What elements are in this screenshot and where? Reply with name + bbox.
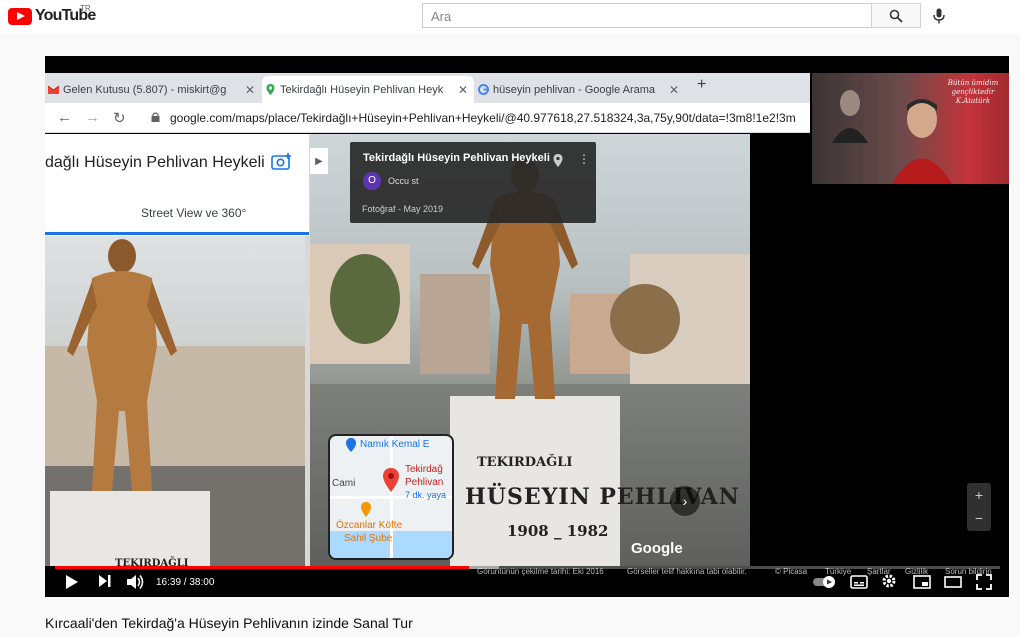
new-tab-button[interactable]: + <box>697 76 706 94</box>
map-label: Özcanlar Köfte <box>336 520 403 531</box>
next-photo-button[interactable]: › <box>670 486 700 516</box>
settings-gear-icon[interactable] <box>881 573 897 589</box>
tab-maps[interactable]: Tekirdağlı Hüseyin Pehlivan Heyk ✕ <box>262 76 474 103</box>
tab-label: hüseyin pehlivan - Google Arama <box>493 83 656 96</box>
map-label: Sahil Şube <box>344 533 393 544</box>
gmail-icon <box>48 85 59 94</box>
browser-address-bar: ← → ↻ google.com/maps/place/Tekirdağlı+H… <box>45 103 810 133</box>
fullscreen-icon[interactable] <box>976 574 992 590</box>
subtitles-icon[interactable] <box>850 575 868 589</box>
school-pin-icon <box>346 438 356 452</box>
reload-icon[interactable]: ↻ <box>113 109 126 127</box>
presenter-webcam: Bütün ümidim gençliktedir K.Atatürk <box>812 73 1009 184</box>
pedestal-inscription: TEKIRDAĞLI <box>477 455 573 470</box>
back-arrow-icon[interactable]: ← <box>57 109 72 126</box>
street-view-tab[interactable]: Street View ve 360° <box>141 206 246 220</box>
tab-google-search[interactable]: hüseyin pehlivan - Google Arama ✕ <box>475 76 685 103</box>
google-watermark: Google <box>631 540 683 557</box>
zoom-control[interactable]: + − <box>967 483 991 531</box>
autoplay-toggle-icon[interactable] <box>813 576 837 588</box>
photo-date: Fotoğraf - May 2019 <box>362 204 444 214</box>
panorama-thumbnail[interactable]: TEKIRDAĞLI <box>45 236 305 566</box>
progress-bar[interactable] <box>55 566 1000 569</box>
chevron-right-icon: ▶ <box>315 155 323 167</box>
card-title: Tekirdağlı Hüseyin Pehlivan Heykeli <box>363 152 550 164</box>
chevron-right-icon: › <box>682 493 688 509</box>
time-display: 16:39 / 38:00 <box>156 577 215 588</box>
tab-label: Tekirdağlı Hüseyin Pehlivan Heyk <box>280 83 444 96</box>
avatar[interactable]: O <box>363 172 381 190</box>
zoom-out-icon[interactable]: − <box>967 507 991 531</box>
play-icon[interactable] <box>65 574 79 590</box>
map-label: Cami <box>332 478 356 489</box>
lock-icon <box>151 112 160 122</box>
statue-pedestal <box>450 396 620 566</box>
location-pin-icon[interactable] <box>553 154 563 167</box>
forward-arrow-icon[interactable]: → <box>85 109 100 126</box>
presenter-figure <box>892 99 952 184</box>
walk-time-label: 7 dk. yaya <box>405 490 447 500</box>
portrait-image <box>832 90 868 143</box>
webcam-quote: Bütün ümidim gençliktedir K.Atatürk <box>940 79 1006 105</box>
quote-text: Bütün ümidim gençliktedir <box>947 79 999 96</box>
quote-signature: K.Atatürk <box>955 96 991 105</box>
more-options-icon[interactable]: ⋮ <box>578 152 590 166</box>
region-label: TR <box>80 4 91 13</box>
video-title: Kırcaali'den Tekirdağ'a Hüseyin Pehlivan… <box>45 615 413 631</box>
map-label: Pehlivan <box>405 477 444 488</box>
miniplayer-icon[interactable] <box>913 575 931 589</box>
collapse-panel-button[interactable]: ▶ <box>310 148 328 174</box>
search-icon <box>889 9 903 23</box>
voice-search-button[interactable] <box>930 6 948 26</box>
place-title: dağlı Hüseyin Pehlivan Heykeli <box>45 154 265 171</box>
maps-side-panel: dağlı Hüseyin Pehlivan Heykeli Street Vi… <box>45 134 309 236</box>
tree <box>330 254 400 344</box>
active-tab-indicator <box>45 232 309 235</box>
maps-pin-icon <box>266 84 275 95</box>
url-field[interactable]: google.com/maps/place/Tekirdağlı+Hüseyin… <box>170 111 796 125</box>
red-pin-icon <box>383 468 399 492</box>
statue-figure <box>67 239 177 491</box>
add-photo-icon[interactable] <box>271 152 293 170</box>
browser-tabstrip: Gelen Kutusu (5.807) - miskirt@g ✕ Tekir… <box>45 73 810 103</box>
zoom-in-icon[interactable]: + <box>967 483 991 507</box>
tab-gmail[interactable]: Gelen Kutusu (5.807) - miskirt@g ✕ <box>45 76 261 103</box>
google-icon <box>478 84 489 95</box>
search-input[interactable]: Ara <box>422 3 871 28</box>
maps-street-view[interactable]: TEKIRDAĞLI dağlı Hüseyin Pehlivan Heykel… <box>45 134 750 566</box>
search-button[interactable] <box>871 3 921 28</box>
microphone-icon <box>933 8 945 24</box>
map-label: Namık Kemal E <box>360 439 430 450</box>
statue-pedestal <box>50 491 210 566</box>
youtube-masthead: YouTube TR Ara <box>0 0 1020 34</box>
pedestal-inscription: TEKIRDAĞLI <box>115 558 189 566</box>
next-video-icon[interactable] <box>98 574 112 588</box>
tab-label: Gelen Kutusu (5.807) - miskirt@g <box>63 83 227 96</box>
photo-info-card: Tekirdağlı Hüseyin Pehlivan Heykeli O Oc… <box>350 142 596 223</box>
theater-mode-icon[interactable] <box>944 575 962 589</box>
close-tab-icon[interactable]: ✕ <box>245 83 255 97</box>
tree <box>610 284 680 354</box>
close-tab-icon[interactable]: ✕ <box>669 83 679 97</box>
pedestal-inscription: 1908 _ 1982 <box>507 522 609 540</box>
map-label: Tekirdağ <box>405 464 443 475</box>
restaurant-pin-icon <box>361 502 371 517</box>
close-tab-icon[interactable]: ✕ <box>458 83 468 97</box>
volume-icon[interactable] <box>126 574 144 590</box>
youtube-logo-icon <box>8 7 32 25</box>
played-bar <box>55 566 469 569</box>
mini-map[interactable]: Namık Kemal E Tekirdağ Pehlivan 7 dk. ya… <box>328 434 454 560</box>
video-player[interactable]: Gelen Kutusu (5.807) - miskirt@g ✕ Tekir… <box>45 56 1009 597</box>
contributor-name[interactable]: Occu st <box>388 176 419 186</box>
